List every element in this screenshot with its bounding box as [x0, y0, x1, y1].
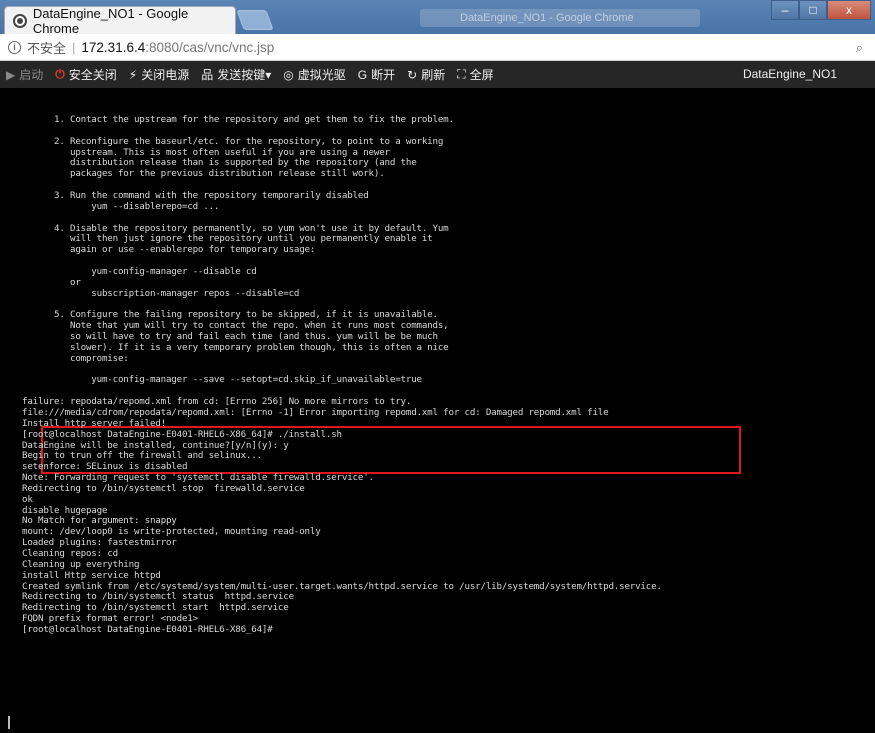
- terminal-line: Loaded plugins: fastestmirror: [22, 537, 177, 549]
- disconnect-button[interactable]: G 断开: [358, 66, 395, 83]
- terminal-line: yum --disablerepo=cd ...: [22, 200, 220, 212]
- terminal-line: file:///media/cdrom/repodata/repomd.xml:…: [22, 406, 609, 418]
- close-button[interactable]: x: [827, 0, 871, 20]
- terminal-line: ok: [22, 493, 33, 505]
- vm-host-name: DataEngine_NO1: [742, 67, 837, 81]
- refresh-label: 刷新: [421, 68, 446, 82]
- disconnect-icon: G: [357, 67, 368, 82]
- terminal-line: install Http service httpd: [22, 569, 161, 581]
- zoom-icon[interactable]: ⌕: [856, 40, 863, 56]
- address-bar[interactable]: i 不安全 | 172.31.6.4 :8080/cas/vnc/vnc.jsp…: [0, 34, 875, 61]
- tab-title: DataEngine_NO1 - Google Chrome: [32, 5, 189, 36]
- terminal-line: Begin to trun off the firewall and selin…: [22, 450, 262, 462]
- terminal-line: 4. Disable the repository permanently, s…: [22, 222, 449, 234]
- fullscreen-label: 全屏: [469, 68, 494, 82]
- virtual-drive-label: 虚拟光驱: [297, 68, 346, 82]
- safe-shutdown-button[interactable]: ⏻ 安全关闭: [55, 66, 117, 83]
- window-titlebar: DataEngine_NO1 - Google Chrome DataEngin…: [0, 0, 875, 36]
- refresh-button[interactable]: ↻ 刷新: [407, 66, 445, 83]
- terminal-line: yum-config-manager --disable cd: [22, 265, 257, 277]
- terminal-line: 5. Configure the failing repository to b…: [22, 309, 438, 321]
- terminal-line: Note: Forwarding request to 'systemctl d…: [22, 472, 374, 484]
- terminal-line: mount: /dev/loop0 is write-protected, mo…: [22, 526, 321, 538]
- terminal-line: again or use --enablerepo for temporary …: [22, 244, 316, 256]
- insecure-label[interactable]: 不安全: [27, 38, 66, 57]
- terminal-cursor: [8, 716, 10, 729]
- terminal-line: failure: repodata/repomd.xml from cd: [E…: [22, 396, 412, 408]
- info-icon[interactable]: i: [8, 40, 21, 54]
- terminal-line: disable hugepage: [22, 504, 108, 516]
- power-icon: ⏻: [55, 67, 65, 81]
- refresh-icon: ↻: [407, 67, 418, 82]
- background-window-title: DataEngine_NO1 - Google Chrome: [420, 9, 700, 27]
- disc-icon: ◎: [283, 67, 294, 82]
- start-button[interactable]: ▶ 启动: [6, 66, 43, 83]
- maximize-button[interactable]: □: [799, 0, 827, 20]
- terminal-line: Cleaning up everything: [22, 558, 140, 570]
- terminal-line: yum-config-manager --save --setopt=cd.sk…: [22, 374, 422, 386]
- terminal-line: Cleaning repos: cd: [22, 548, 118, 559]
- send-keys-label: 发送按键▾: [217, 68, 272, 82]
- terminal-line: Redirecting to /bin/systemctl stop firew…: [22, 482, 305, 494]
- virtual-drive-button[interactable]: ◎ 虚拟光驱: [283, 66, 346, 83]
- terminal-line: No Match for argument: snappy: [22, 515, 177, 527]
- safe-shutdown-label: 安全关闭: [68, 68, 117, 82]
- new-tab-button[interactable]: [236, 10, 274, 30]
- power-off-button[interactable]: ⚡ 关闭电源: [129, 66, 189, 83]
- send-keys-dropdown[interactable]: 品 发送按键▾: [201, 66, 271, 83]
- terminal-line: 1. Contact the upstream for the reposito…: [22, 114, 454, 125]
- fullscreen-button[interactable]: ⛶ 全屏: [457, 66, 493, 83]
- terminal-line: Note that yum will try to contact the re…: [22, 320, 449, 332]
- terminal-line: Redirecting to /bin/systemctl start http…: [22, 602, 289, 614]
- terminal-line: slower). If it is a very temporary probl…: [22, 341, 449, 353]
- terminal-line: so will have to try and fail each time (…: [22, 331, 438, 342]
- power-off-label: 关闭电源: [141, 68, 190, 82]
- vnc-terminal-screen[interactable]: 1. Contact the upstream for the reposito…: [0, 88, 875, 733]
- keyboard-icon: 品: [201, 68, 214, 82]
- terminal-line: Redirecting to /bin/systemctl status htt…: [22, 591, 294, 603]
- browser-tab[interactable]: DataEngine_NO1 - Google Chrome: [4, 5, 236, 36]
- terminal-line: 3. Run the command with the repository t…: [22, 190, 369, 201]
- terminal-line: upstream. This is most often useful if y…: [22, 146, 390, 158]
- chrome-logo-icon: [13, 13, 27, 28]
- terminal-line: packages for the previous distribution r…: [22, 168, 385, 180]
- terminal-line: Created symlink from /etc/systemd/system…: [22, 580, 662, 592]
- terminal-line: subscription-manager repos --disable=cd: [22, 287, 300, 299]
- terminal-line: [root@localhost DataEngine-E0401-RHEL6-X…: [22, 428, 342, 440]
- fullscreen-icon: ⛶: [457, 67, 466, 81]
- terminal-line: DataEngine will be installed, continue?[…: [22, 439, 289, 451]
- terminal-line: [root@localhost DataEngine-E0401-RHEL6-X…: [22, 624, 273, 635]
- vnc-toolbar: ▶ 启动 ⏻ 安全关闭 ⚡ 关闭电源 品 发送按键▾ ◎ 虚拟光驱 G 断开 ↻…: [0, 61, 875, 88]
- separator: |: [72, 39, 76, 55]
- terminal-line: distribution release than is supported b…: [22, 157, 417, 169]
- terminal-line: FQDN prefix format error! <node1>: [22, 613, 198, 625]
- terminal-line: compromise:: [22, 352, 129, 364]
- disconnect-label: 断开: [371, 68, 396, 82]
- plug-icon: ⚡: [128, 67, 138, 82]
- url-host[interactable]: 172.31.6.4: [81, 40, 145, 55]
- url-path[interactable]: :8080/cas/vnc/vnc.jsp: [145, 40, 274, 55]
- terminal-line: will then just ignore the repository unt…: [22, 233, 433, 245]
- terminal-line: Install http server failed!: [22, 417, 166, 429]
- start-label: 启动: [19, 68, 44, 82]
- terminal-line: setenforce: SELinux is disabled: [22, 461, 188, 473]
- terminal-line: 2. Reconfigure the baseurl/etc. for the …: [22, 135, 444, 147]
- window-controls: – □ x: [771, 0, 871, 20]
- minimize-button[interactable]: –: [771, 0, 799, 20]
- terminal-line: or: [22, 276, 81, 288]
- play-icon: ▶: [6, 67, 16, 82]
